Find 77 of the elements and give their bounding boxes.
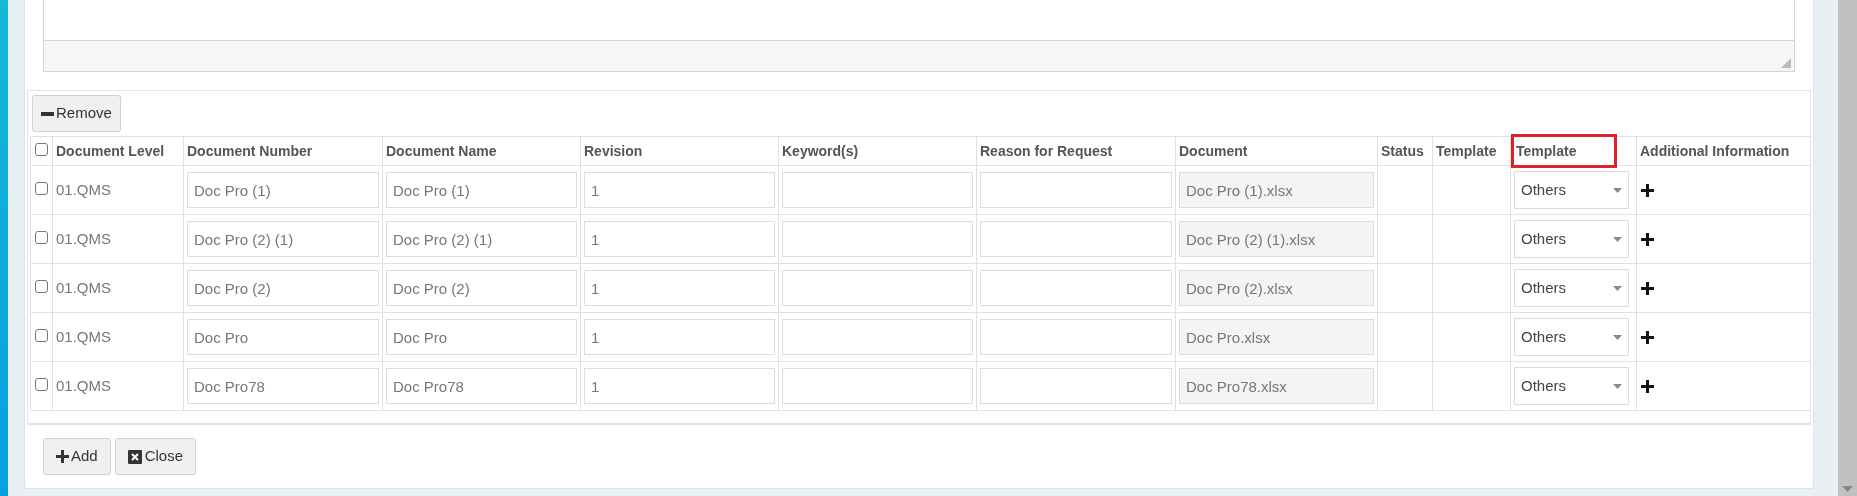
scrollbar[interactable]: [1838, 0, 1857, 496]
input-field[interactable]: Doc Pro78: [187, 368, 379, 404]
close-button[interactable]: Close: [114, 438, 197, 475]
column-header: Template: [1514, 137, 1614, 165]
text-area[interactable]: [43, 0, 1795, 72]
table-cell: 01.QMS: [56, 181, 112, 198]
template-dropdown[interactable]: Others: [1514, 171, 1629, 209]
input-field[interactable]: [782, 368, 973, 404]
input-field[interactable]: [782, 172, 973, 208]
input-field[interactable]: 1: [584, 368, 775, 404]
input-field[interactable]: 1: [584, 172, 775, 208]
column-header: Revision: [584, 142, 643, 161]
caret-icon: [1613, 187, 1622, 193]
column-header: Document Number: [187, 142, 313, 161]
input-field[interactable]: Doc Pro78.xlsx: [1179, 368, 1374, 404]
template-dropdown[interactable]: Others: [1514, 318, 1629, 356]
table-cell: 01.QMS: [56, 328, 112, 345]
plus-icon[interactable]: [1641, 183, 1654, 197]
input-field[interactable]: Doc Pro (1).xlsx: [1179, 172, 1374, 208]
plus-icon[interactable]: [1641, 379, 1654, 393]
input-field[interactable]: [980, 319, 1172, 355]
checkbox[interactable]: [35, 329, 48, 342]
resize-handle-icon[interactable]: [1781, 58, 1791, 68]
input-field[interactable]: [782, 270, 973, 306]
caret-icon: [1613, 383, 1622, 389]
checkbox[interactable]: [35, 280, 48, 293]
checkbox[interactable]: [35, 378, 48, 391]
input-field[interactable]: [782, 319, 973, 355]
input-field[interactable]: 1: [584, 221, 775, 257]
add-button[interactable]: Add: [43, 438, 111, 475]
checkbox[interactable]: [35, 231, 48, 244]
caret-icon: [1613, 285, 1622, 291]
column-header: Template: [1436, 142, 1497, 161]
column-header: Status: [1381, 142, 1424, 161]
remove-button[interactable]: Remove: [32, 95, 121, 132]
caret-icon: [1613, 236, 1622, 242]
table-cell: 01.QMS: [56, 230, 112, 247]
input-field[interactable]: Doc Pro: [386, 319, 577, 355]
close-icon: [127, 449, 142, 464]
plus-icon: [56, 450, 69, 463]
checkbox[interactable]: [35, 143, 48, 156]
input-field[interactable]: Doc Pro (2) (1): [386, 221, 577, 257]
input-field[interactable]: Doc Pro: [187, 319, 379, 355]
column-header: Document: [1179, 142, 1248, 161]
input-field[interactable]: Doc Pro (2) (1): [187, 221, 379, 257]
minus-icon: [41, 111, 54, 116]
column-header: Document Name: [386, 142, 497, 161]
input-field[interactable]: [980, 270, 1172, 306]
checkbox[interactable]: [35, 182, 48, 195]
plus-icon[interactable]: [1641, 232, 1654, 246]
template-dropdown[interactable]: Others: [1514, 269, 1629, 307]
table-cell: 01.QMS: [56, 377, 112, 394]
input-field[interactable]: 1: [584, 270, 775, 306]
input-field[interactable]: [980, 368, 1172, 404]
input-field[interactable]: [782, 221, 973, 257]
input-field[interactable]: Doc Pro.xlsx: [1179, 319, 1374, 355]
column-header: Reason for Request: [980, 142, 1113, 161]
input-field[interactable]: Doc Pro (2): [386, 270, 577, 306]
input-field[interactable]: [980, 221, 1172, 257]
input-field[interactable]: Doc Pro (1): [386, 172, 577, 208]
input-field[interactable]: [980, 172, 1172, 208]
column-header: Additional Information: [1640, 142, 1790, 161]
caret-icon: [1613, 334, 1622, 340]
input-field[interactable]: Doc Pro (2).xlsx: [1179, 270, 1374, 306]
column-header: Keyword(s): [782, 142, 859, 161]
template-dropdown[interactable]: Others: [1514, 220, 1629, 258]
plus-icon[interactable]: [1641, 330, 1654, 344]
input-field[interactable]: 1: [584, 319, 775, 355]
input-field[interactable]: Doc Pro78: [386, 368, 577, 404]
input-field[interactable]: Doc Pro (1): [187, 172, 379, 208]
column-header: Document Level: [56, 142, 165, 161]
input-field[interactable]: Doc Pro (2): [187, 270, 379, 306]
table-cell: 01.QMS: [56, 279, 112, 296]
input-field[interactable]: Doc Pro (2) (1).xlsx: [1179, 221, 1374, 257]
down-arrow-icon[interactable]: [1842, 486, 1853, 492]
plus-icon[interactable]: [1641, 281, 1654, 295]
template-dropdown[interactable]: Others: [1514, 367, 1629, 405]
